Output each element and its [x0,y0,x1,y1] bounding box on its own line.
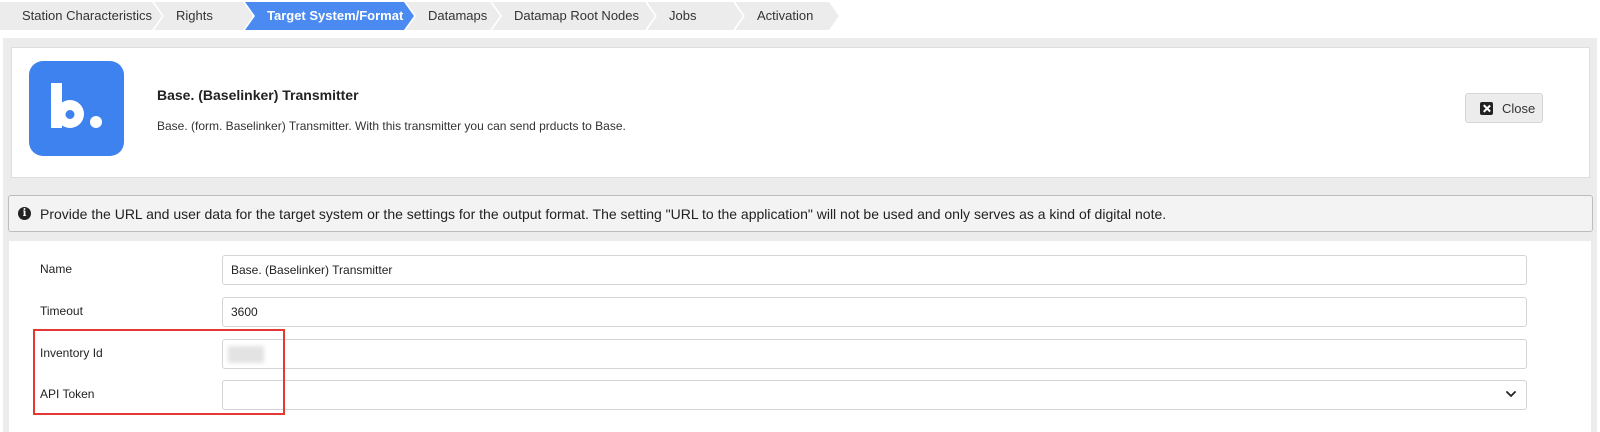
step-datamap-root-nodes[interactable]: Datamap Root Nodes [492,2,655,30]
info-message: i Provide the URL and user data for the … [8,195,1593,232]
name-input[interactable] [222,255,1527,285]
step-datamaps[interactable]: Datamaps [406,2,500,30]
transmitter-description: Base. (form. Baselinker) Transmitter. Wi… [157,119,626,133]
step-station-characteristics[interactable]: Station Characteristics [0,2,162,30]
chevron-down-icon [1506,391,1516,397]
step-jobs[interactable]: Jobs [647,2,743,30]
settings-form: Name Timeout Inventory Id API Token [9,241,1591,432]
content-panel: Base. (Baselinker) Transmitter Base. (fo… [3,38,1597,432]
timeout-input[interactable] [222,297,1527,327]
base-b-logo-icon [29,61,124,156]
name-label: Name [40,262,73,276]
timeout-label: Timeout [40,304,83,318]
inventory-id-input[interactable] [222,339,1527,369]
wizard-steps: Station Characteristics Rights Target Sy… [0,2,831,30]
close-button-label: Close [1502,100,1536,116]
redacted-value [228,346,264,363]
transmitter-header: Base. (Baselinker) Transmitter Base. (fo… [11,47,1590,178]
info-icon: i [18,207,31,220]
info-text: Provide the URL and user data for the ta… [40,205,1167,222]
step-rights[interactable]: Rights [154,2,253,30]
close-icon [1480,101,1493,115]
close-button[interactable]: Close [1465,93,1543,123]
api-token-select[interactable] [222,380,1527,410]
step-activation[interactable]: Activation [735,2,839,30]
inventory-id-label: Inventory Id [40,346,103,360]
api-token-label: API Token [40,387,95,401]
transmitter-title: Base. (Baselinker) Transmitter [157,87,359,103]
base-logo-glyph [51,83,102,128]
step-target-system-format[interactable]: Target System/Format [245,2,414,30]
